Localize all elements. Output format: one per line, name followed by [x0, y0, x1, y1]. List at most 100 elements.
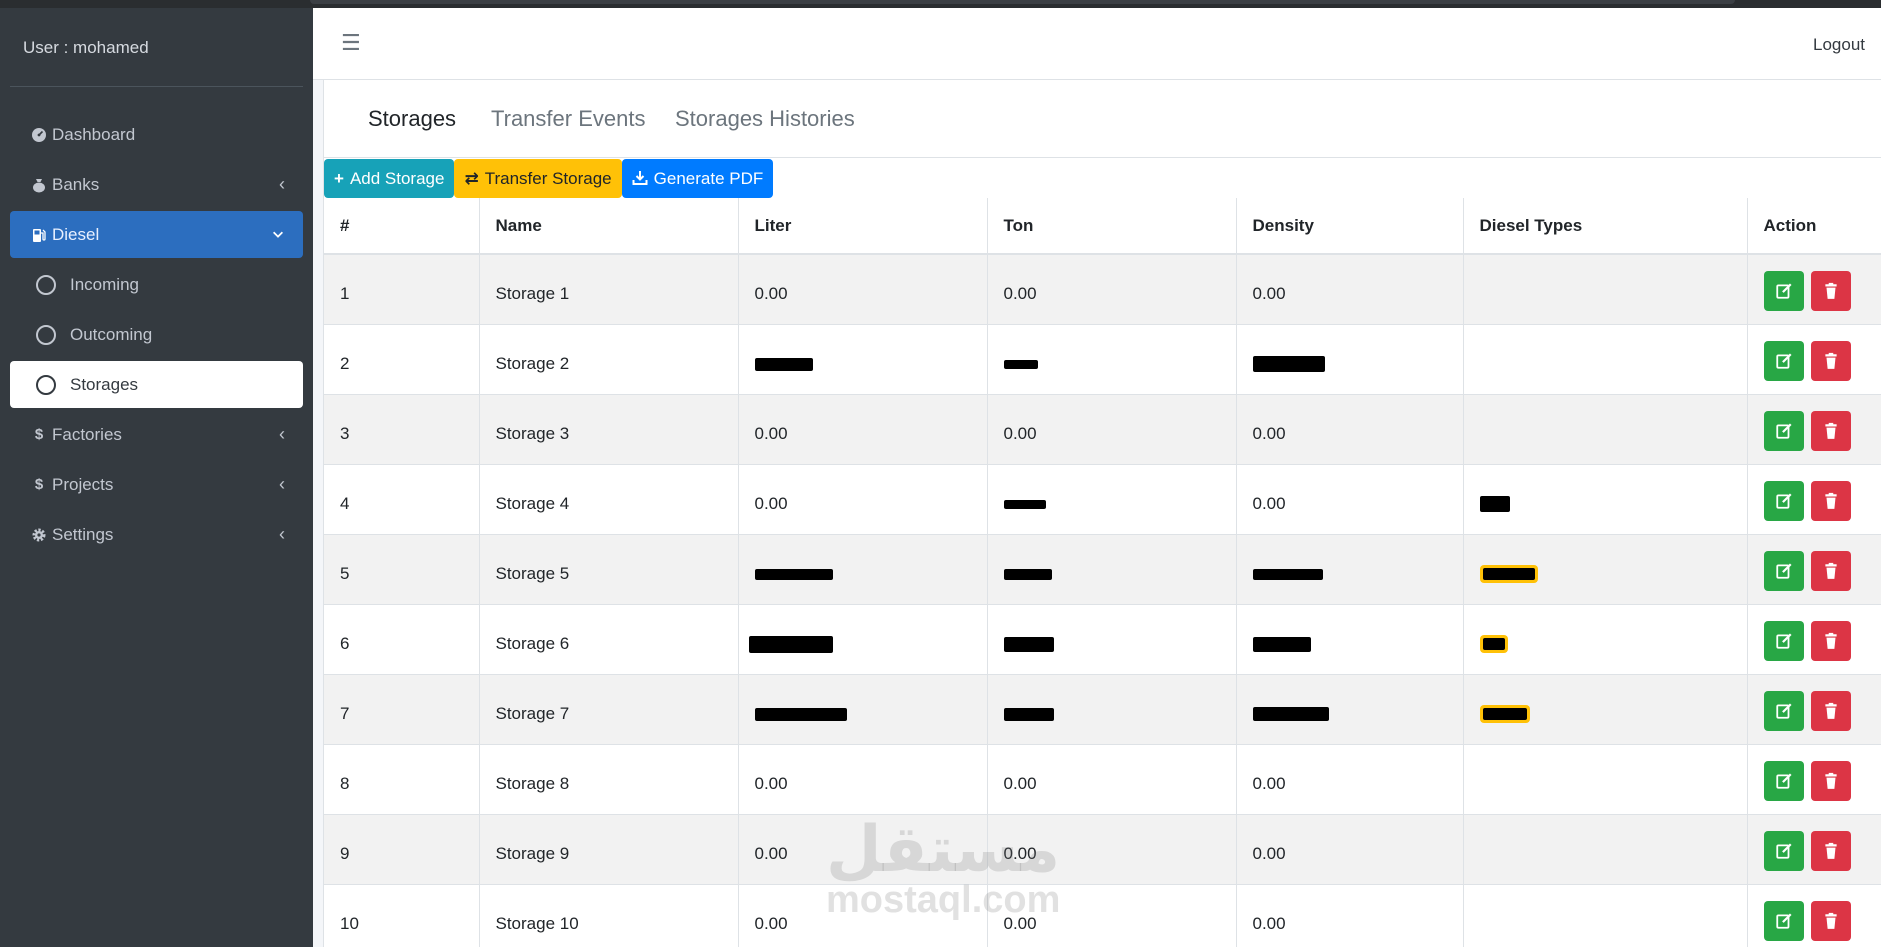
delete-button[interactable] [1811, 340, 1852, 381]
sidebar-item-outcoming[interactable]: Outcoming [10, 311, 303, 358]
add-storage-button[interactable]: + Add Storage [324, 159, 455, 198]
cell-actions [1747, 393, 1881, 464]
edit-button[interactable] [1763, 271, 1804, 311]
column-header[interactable]: Diesel Types [1463, 198, 1748, 255]
redaction-mark [1252, 707, 1329, 722]
trash-icon [1825, 912, 1837, 929]
column-header[interactable]: # [324, 198, 480, 255]
redaction-mark [754, 707, 847, 721]
sidebar-item-diesel[interactable]: Diesel [10, 211, 303, 258]
trash-icon [1825, 842, 1837, 859]
cell-diesel-types [1463, 253, 1748, 324]
cell-num: 9 [324, 813, 480, 884]
edit-icon [1775, 562, 1792, 579]
cell-ton: 0.00 [987, 253, 1237, 324]
sidebar-item-incoming[interactable]: Incoming [10, 261, 303, 308]
delete-button[interactable] [1811, 480, 1852, 521]
redaction-mark [1252, 356, 1325, 373]
logout-link[interactable]: Logout [1813, 35, 1865, 55]
cell-liter [738, 603, 988, 674]
table-row: 9 Storage 9 0.00 0.00 0.00 [324, 813, 1881, 884]
edit-button[interactable] [1763, 760, 1804, 801]
cell-ton [987, 673, 1237, 744]
delete-button[interactable] [1811, 271, 1852, 311]
cell-name: Storage 7 [479, 673, 739, 744]
redaction-mark [1252, 568, 1323, 580]
delete-button[interactable] [1811, 830, 1852, 871]
cell-density: 0.00 [1236, 253, 1464, 324]
edit-button[interactable] [1763, 480, 1804, 521]
sidebar-item-banks[interactable]: Banks ‹ [10, 161, 303, 208]
edit-icon [1775, 842, 1792, 859]
sidebar-item-label: Incoming [70, 274, 139, 294]
generate-pdf-button[interactable]: Generate PDF [621, 159, 774, 198]
delete-button[interactable] [1811, 900, 1852, 941]
cell-name: Storage 10 [479, 883, 739, 947]
cell-density [1236, 533, 1464, 604]
chevron-down-icon [271, 224, 285, 246]
trash-icon [1825, 772, 1837, 789]
table-row: 6 Storage 6 [324, 603, 1881, 674]
cell-liter: 0.00 [738, 253, 988, 324]
edit-button[interactable] [1763, 690, 1804, 731]
cell-num: 1 [324, 253, 480, 324]
sidebar-item-label: Projects [52, 474, 114, 494]
diesel-type-badge [1479, 635, 1508, 654]
cell-density: 0.00 [1236, 393, 1464, 464]
cell-ton [987, 603, 1237, 674]
edit-button[interactable] [1763, 900, 1804, 941]
cell-name: Storage 6 [479, 603, 739, 674]
hamburger-menu-icon[interactable]: ☰ [341, 30, 361, 56]
cell-density [1236, 673, 1464, 744]
chevron-left-icon: ‹ [279, 174, 285, 194]
sidebar-item-projects[interactable]: $ Projects ‹ [10, 461, 303, 508]
cell-diesel-types [1463, 463, 1748, 534]
sidebar-item-settings[interactable]: Settings ‹ [10, 511, 303, 558]
transfer-storage-button[interactable]: ⇄ Transfer Storage [454, 159, 622, 198]
delete-button[interactable] [1811, 550, 1852, 591]
redaction-mark [748, 635, 833, 653]
cell-actions [1747, 743, 1881, 814]
tab-storages-histories[interactable]: Storages Histories [675, 106, 855, 132]
chevron-left-icon: ‹ [279, 424, 285, 444]
chevron-left-icon: ‹ [279, 524, 285, 544]
cell-diesel-types [1463, 393, 1748, 464]
tab-transfer-events[interactable]: Transfer Events [491, 106, 645, 132]
storages-card: Storages Transfer Events Storages Histor… [323, 80, 1881, 947]
cell-liter: 0.00 [738, 463, 988, 534]
cell-name: Storage 9 [479, 813, 739, 884]
edit-button[interactable] [1763, 620, 1804, 661]
edit-button[interactable] [1763, 830, 1804, 871]
edit-button[interactable] [1763, 550, 1804, 591]
cell-num: 6 [324, 603, 480, 674]
sidebar-item-dashboard[interactable]: Dashboard [10, 111, 303, 158]
delete-button[interactable] [1811, 760, 1852, 801]
dollar-icon: $ [34, 476, 44, 493]
sidebar-item-label: Diesel [52, 224, 100, 244]
transfer-storage-label: Transfer Storage [484, 168, 612, 188]
diesel-type-badge [1479, 705, 1530, 724]
trash-icon [1825, 352, 1837, 369]
storages-table: # Name Liter Ton Density Diesel Types Ac… [324, 198, 1881, 947]
generate-pdf-label: Generate PDF [653, 168, 764, 188]
user-label: User : mohamed [23, 38, 149, 57]
column-header[interactable]: Liter [738, 198, 988, 255]
column-header[interactable]: Ton [987, 198, 1237, 255]
delete-button[interactable] [1811, 620, 1852, 661]
cell-diesel-types [1463, 743, 1748, 814]
redaction-mark [1003, 499, 1046, 509]
column-header[interactable]: Density [1236, 198, 1464, 255]
cell-density: 0.00 [1236, 743, 1464, 814]
column-header[interactable]: Name [479, 198, 739, 255]
cell-ton [987, 533, 1237, 604]
delete-button[interactable] [1811, 690, 1852, 731]
edit-button[interactable] [1763, 340, 1804, 381]
cell-num: 5 [324, 533, 480, 604]
cell-actions [1747, 253, 1881, 324]
watermark-latin: mostaql.com [826, 879, 1061, 921]
sidebar-item-storages[interactable]: Storages [10, 361, 303, 408]
sidebar-item-factories[interactable]: $ Factories ‹ [10, 411, 303, 458]
delete-button[interactable] [1811, 410, 1852, 451]
tab-storages[interactable]: Storages [368, 106, 456, 132]
edit-button[interactable] [1763, 410, 1804, 451]
